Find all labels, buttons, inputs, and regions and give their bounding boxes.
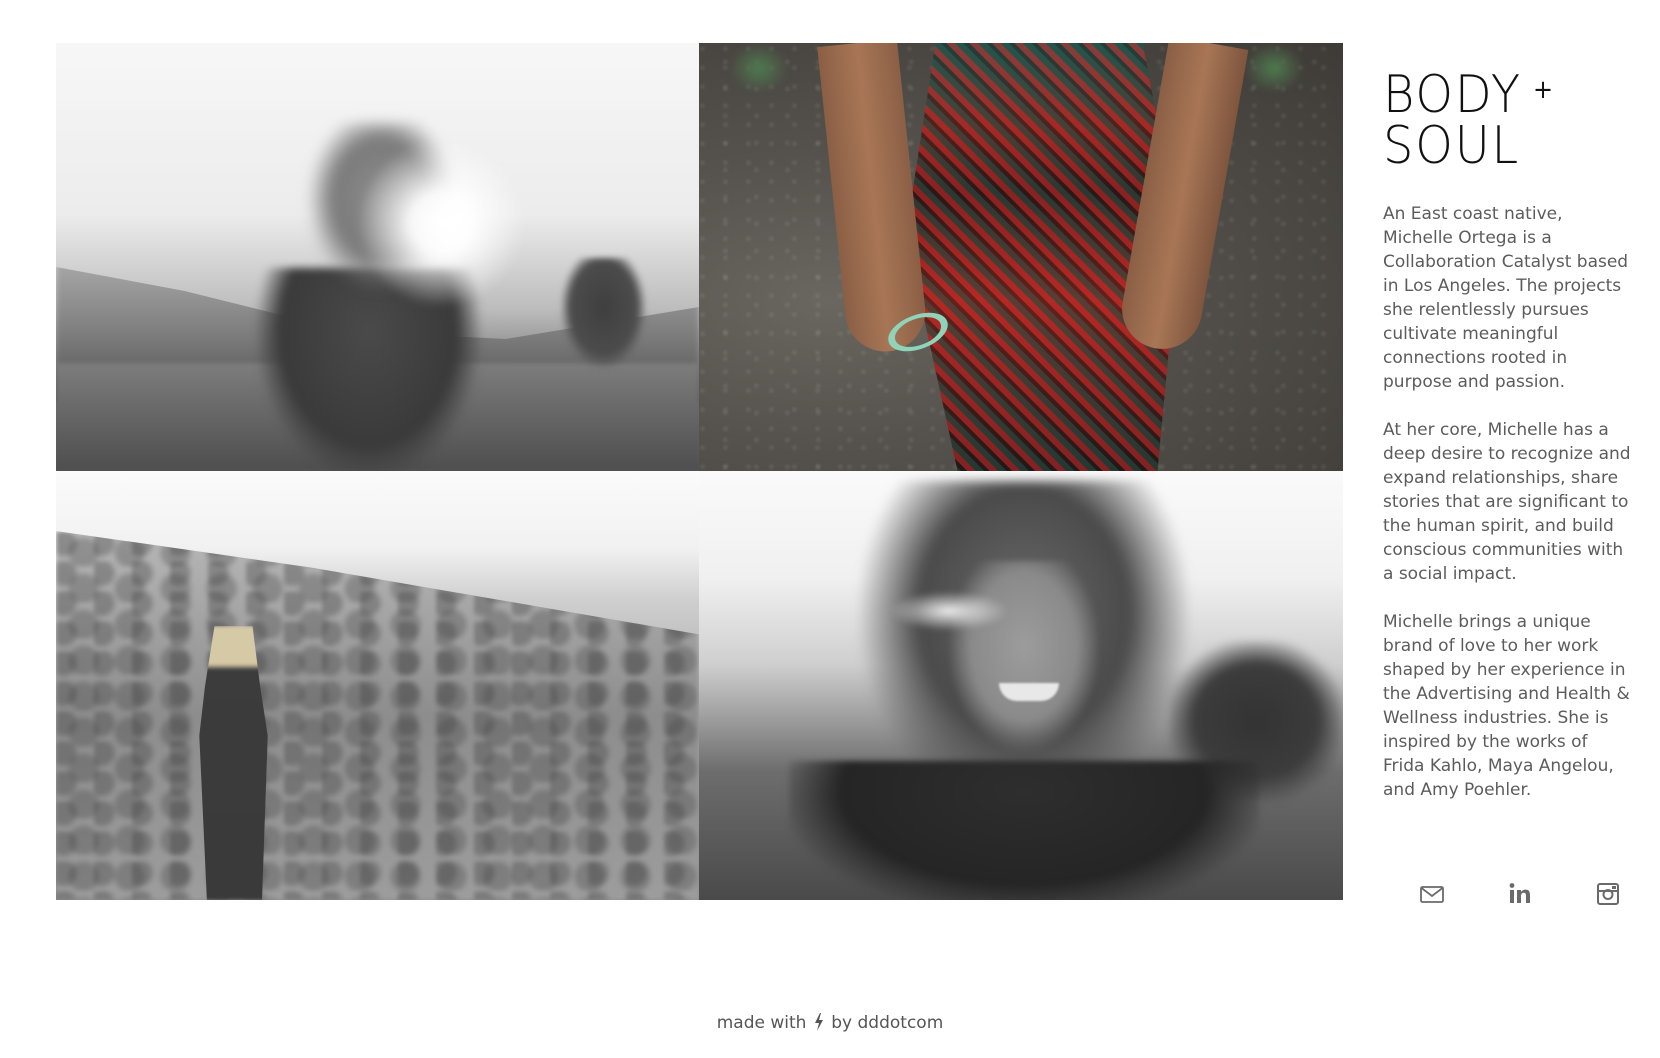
brand-line-1: BODY + (1383, 69, 1613, 121)
gallery-photo-backlit-portrait[interactable] (56, 43, 699, 471)
brand-word-soul: SOUL (1383, 115, 1521, 176)
bio-paragraph: An East coast native, Michelle Ortega is… (1383, 203, 1629, 392)
footer-prefix: made with (716, 1013, 807, 1033)
linkedin-icon (1509, 883, 1530, 903)
instagram-icon (1597, 883, 1619, 905)
sidebar: BODY + SOUL An East coast native, Michell… (1383, 69, 1633, 826)
footer-credit-link[interactable]: dddotcom (858, 1013, 944, 1033)
social-links (1383, 880, 1633, 910)
bio: An East coast native, Michelle Ortega is… (1383, 202, 1633, 802)
gallery-photo-smiling-portrait[interactable] (699, 471, 1343, 900)
lightning-bolt-icon (814, 1013, 823, 1031)
photo-plant (729, 43, 789, 93)
photo-body (789, 761, 1259, 900)
bio-paragraph: Michelle brings a unique brand of love t… (1383, 611, 1630, 800)
photo-sun-flare (356, 138, 526, 308)
photo-plant (1244, 43, 1304, 93)
photo-smile (999, 683, 1059, 701)
photo-face (949, 561, 1099, 751)
brand-logo[interactable]: BODY + SOUL (1383, 69, 1633, 176)
footer-middle: by (831, 1013, 853, 1033)
photo-tree (561, 258, 646, 368)
email-link[interactable] (1418, 880, 1446, 908)
footer: made with by dddotcom (0, 1013, 1660, 1033)
brand-plus: + (1532, 75, 1555, 105)
gallery-photo-hills[interactable] (56, 471, 699, 900)
linkedin-link[interactable] (1506, 880, 1534, 908)
photo-gallery (56, 43, 1343, 900)
mail-icon (1420, 886, 1444, 903)
photo-flare (889, 591, 1009, 631)
photo-hillside (56, 531, 699, 900)
gallery-photo-dress-overhead[interactable] (699, 43, 1343, 471)
instagram-link[interactable] (1594, 880, 1622, 908)
bio-paragraph: At her core, Michelle has a deep desire … (1383, 419, 1631, 584)
